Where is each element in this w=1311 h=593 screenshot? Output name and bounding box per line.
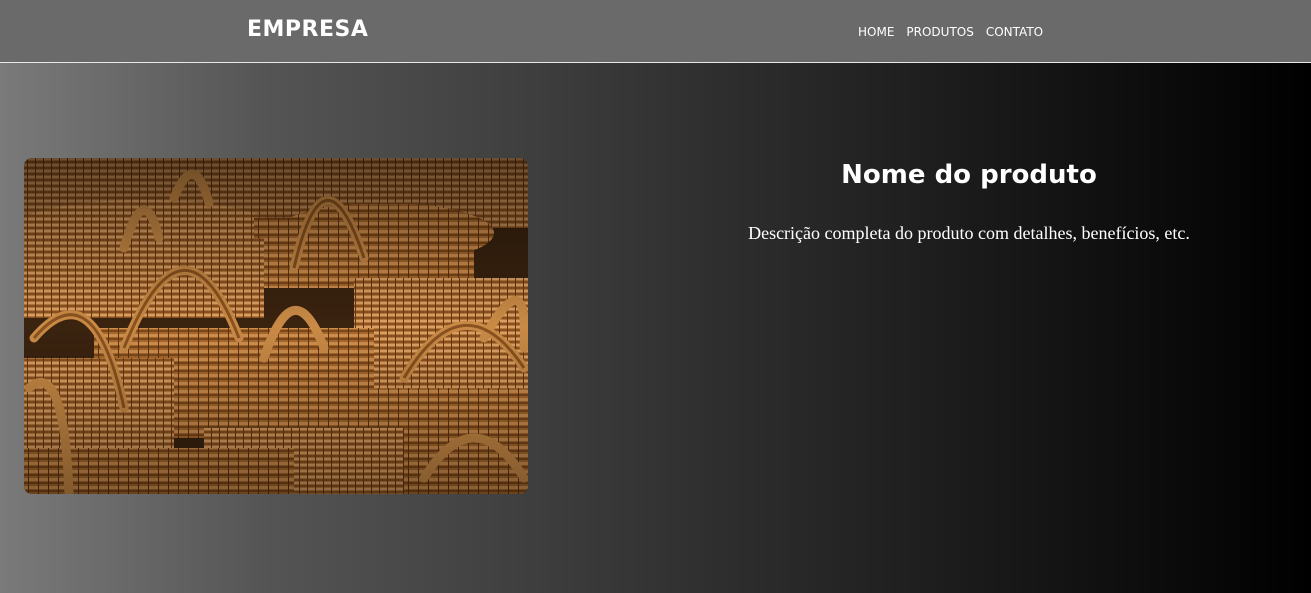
product-image [24,158,528,494]
product-title: Nome do produto [841,160,1097,190]
main-nav: HOME PRODUTOS CONTATO [858,24,1043,40]
product-description: Descrição completa do produto com detalh… [748,223,1190,243]
site-header: EMPRESA HOME PRODUTOS CONTATO [0,0,1311,63]
company-logo[interactable]: EMPRESA [247,16,368,44]
nav-link-contato[interactable]: CONTATO [986,24,1043,40]
nav-link-produtos[interactable]: PRODUTOS [906,24,973,40]
nav-link-home[interactable]: HOME [858,24,894,40]
wicker-baskets-photo [24,158,528,494]
